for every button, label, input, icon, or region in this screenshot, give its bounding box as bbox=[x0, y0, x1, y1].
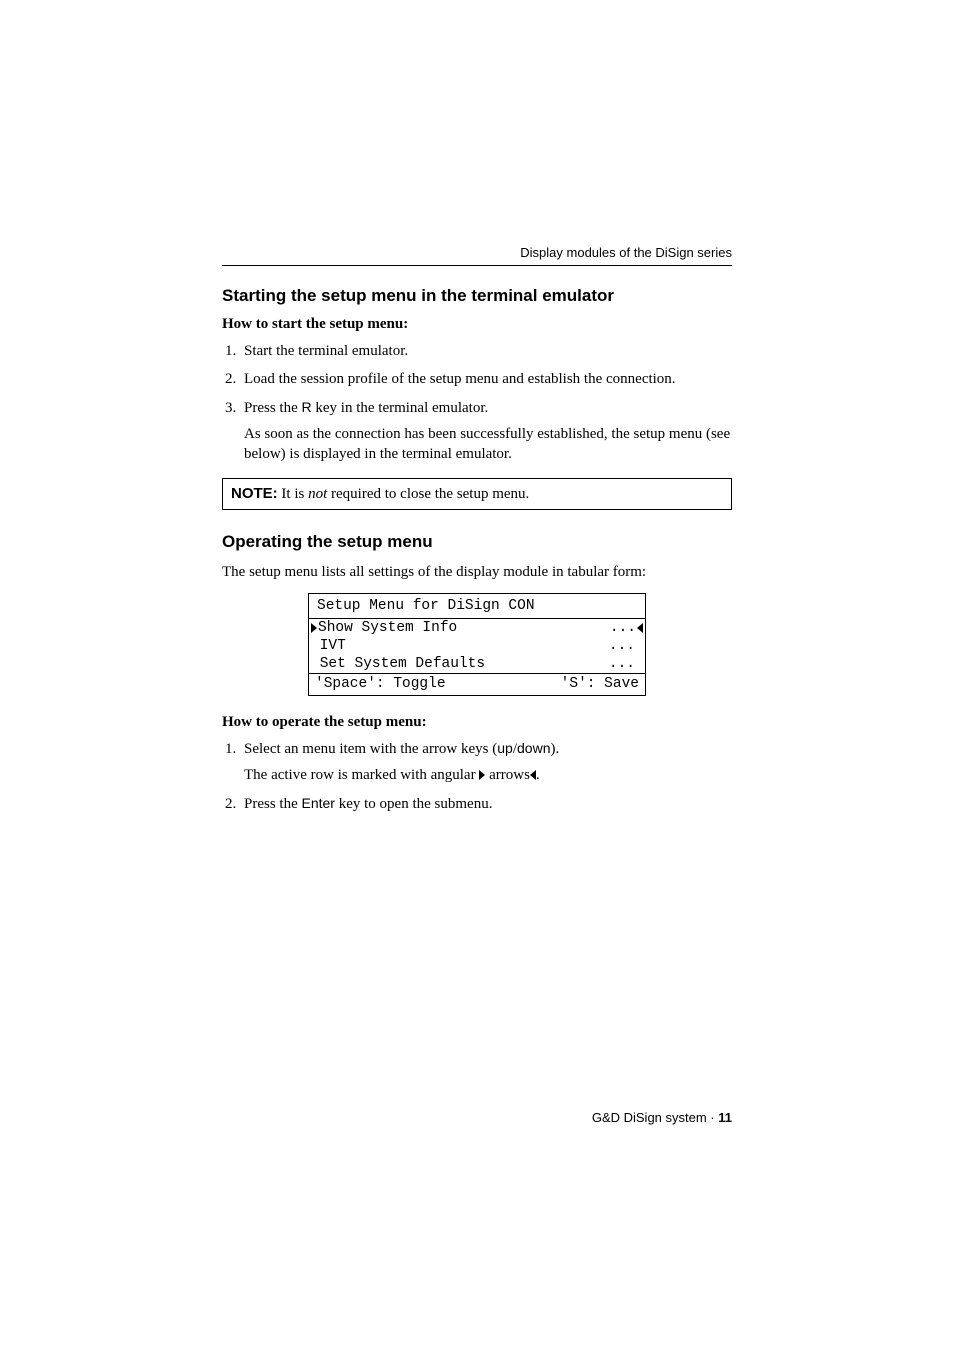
section1-lead: How to start the setup menu: bbox=[222, 316, 732, 333]
section1-title: Starting the setup menu in the terminal … bbox=[222, 286, 732, 306]
terminal-row-1-label: IVT bbox=[311, 637, 346, 655]
op-step-1-sub-post: . bbox=[536, 767, 540, 783]
terminal-footer-left: 'Space': Toggle bbox=[315, 675, 446, 693]
terminal-footer-right: 'S': Save bbox=[561, 675, 639, 693]
running-header: Display modules of the DiSign series bbox=[222, 245, 732, 266]
terminal-body: Show System Info ... IVT ... Set System … bbox=[309, 619, 645, 674]
page-footer: G&D DiSign system · 11 bbox=[592, 1110, 732, 1125]
section2-steps: Select an menu item with the arrow keys … bbox=[222, 739, 732, 814]
note-post: required to close the setup menu. bbox=[327, 486, 529, 502]
op-step-1-pre: Select an menu item with the arrow keys … bbox=[244, 741, 497, 757]
terminal-row-0: Show System Info ... bbox=[309, 619, 645, 637]
note-em: not bbox=[308, 486, 327, 502]
terminal-title: Setup Menu for DiSign CON bbox=[309, 594, 645, 619]
step-2: Load the session profile of the setup me… bbox=[240, 369, 732, 389]
step-3-post: key in the terminal emulator. bbox=[312, 400, 489, 416]
terminal-row-2-trail: ... bbox=[609, 655, 635, 673]
terminal-row-1-trail: ... bbox=[609, 637, 635, 655]
op-step-2-pre: Press the bbox=[244, 796, 302, 812]
step-3-key: R bbox=[302, 399, 312, 415]
terminal-footer: 'Space': Toggle 'S': Save bbox=[309, 674, 645, 695]
triangle-right-icon bbox=[311, 623, 317, 633]
footer-page-number: 11 bbox=[718, 1110, 732, 1125]
op-step-1-sub-pre: The active row is marked with angular bbox=[244, 767, 479, 783]
page: Display modules of the DiSign series Sta… bbox=[0, 0, 954, 1350]
step-3-pre: Press the bbox=[244, 400, 302, 416]
terminal-row-2: Set System Defaults ... bbox=[309, 655, 645, 673]
op-step-2: Press the Enter key to open the submenu. bbox=[240, 794, 732, 814]
section2-lead: How to operate the setup menu: bbox=[222, 714, 732, 731]
op-step-1-key2: down bbox=[517, 740, 550, 756]
terminal-menu: Setup Menu for DiSign CON Show System In… bbox=[308, 593, 646, 697]
terminal-row-2-label: Set System Defaults bbox=[311, 655, 485, 673]
step-3-sub: As soon as the connection has been succe… bbox=[244, 424, 732, 465]
terminal-row-1: IVT ... bbox=[309, 637, 645, 655]
section2-intro: The setup menu lists all settings of the… bbox=[222, 562, 732, 582]
note-box: NOTE: It is not required to close the se… bbox=[222, 478, 732, 510]
op-step-1-sub: The active row is marked with angular ar… bbox=[244, 765, 732, 785]
terminal-row-0-trail: ... bbox=[610, 619, 636, 637]
op-step-1-key1: up bbox=[497, 740, 513, 756]
step-3: Press the R key in the terminal emulator… bbox=[240, 398, 732, 465]
op-step-1-post: ). bbox=[550, 741, 559, 757]
footer-text: G&D DiSign system · bbox=[592, 1110, 718, 1125]
triangle-left-icon bbox=[637, 623, 643, 633]
op-step-1-sub-mid: arrows bbox=[485, 767, 530, 783]
op-step-2-key: Enter bbox=[302, 795, 335, 811]
section1-steps: Start the terminal emulator. Load the se… bbox=[222, 341, 732, 464]
note-pre: It is bbox=[278, 486, 308, 502]
op-step-2-post: key to open the submenu. bbox=[335, 796, 492, 812]
step-1: Start the terminal emulator. bbox=[240, 341, 732, 361]
note-label: NOTE: bbox=[231, 485, 278, 502]
step-1-text: Start the terminal emulator. bbox=[244, 343, 408, 359]
step-2-text: Load the session profile of the setup me… bbox=[244, 371, 676, 387]
op-step-1: Select an menu item with the arrow keys … bbox=[240, 739, 732, 786]
section2-title: Operating the setup menu bbox=[222, 532, 732, 552]
terminal-row-0-label: Show System Info bbox=[318, 619, 457, 637]
